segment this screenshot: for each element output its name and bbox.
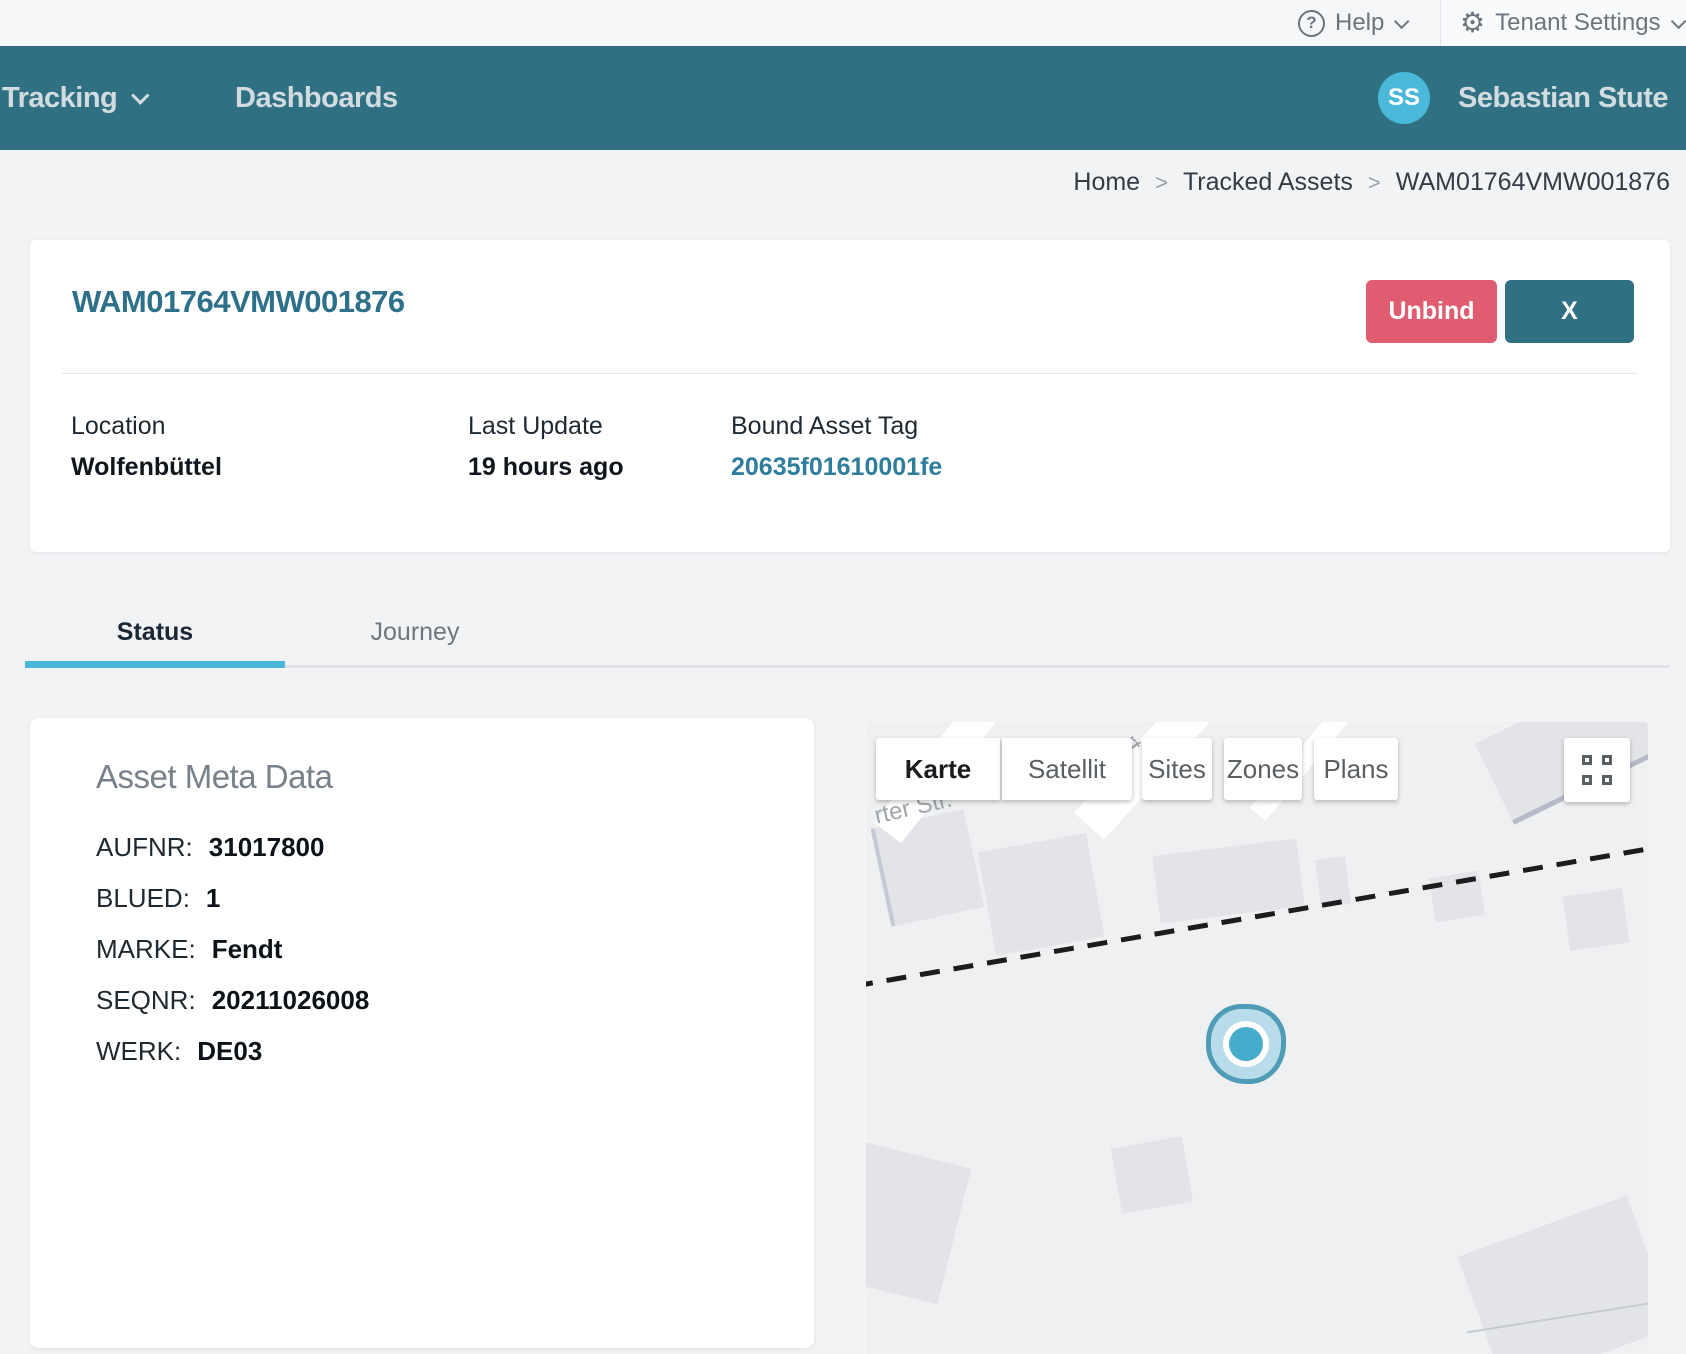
help-label: Help: [1335, 9, 1384, 37]
meta-label: BLUED:: [96, 883, 190, 914]
asset-tag-link[interactable]: 20635f01610001fe: [731, 453, 942, 482]
field-last-update-label: Last Update: [468, 412, 624, 441]
meta-card: Asset Meta Data AUFNR: 31017800 BLUED: 1…: [30, 718, 814, 1348]
map-building: [1111, 1136, 1193, 1214]
nav-dashboards[interactable]: Dashboards: [235, 46, 398, 150]
tenant-settings-button[interactable]: ⚙ Tenant Settings: [1460, 0, 1682, 46]
meta-row: SEQNR: 20211026008: [96, 985, 369, 1016]
field-bound-asset-tag: Bound Asset Tag 20635f01610001fe: [731, 412, 942, 482]
meta-row: BLUED: 1: [96, 883, 220, 914]
meta-card-title: Asset Meta Data: [96, 758, 332, 796]
map-building: [1562, 888, 1629, 951]
unbind-button[interactable]: Unbind: [1366, 280, 1497, 343]
sites-button[interactable]: Sites: [1142, 738, 1212, 800]
meta-label: AUFNR:: [96, 832, 193, 863]
avatar: SS: [1378, 72, 1430, 124]
nav-tracking-label: Tracking: [2, 82, 117, 115]
close-button[interactable]: X: [1505, 280, 1634, 343]
chevron-down-icon: [131, 86, 149, 104]
breadcrumb-item-tracked-assets[interactable]: Tracked Assets: [1183, 168, 1353, 197]
field-location: Location Wolfenbüttel: [71, 412, 222, 482]
field-location-value: Wolfenbüttel: [71, 453, 222, 482]
nav-tracking-menu[interactable]: Tracking: [2, 46, 144, 150]
map-marker-dot: [1229, 1027, 1263, 1061]
meta-value: 20211026008: [212, 985, 370, 1016]
tabs: Status Journey: [25, 612, 1670, 672]
breadcrumb-separator: >: [1368, 170, 1381, 196]
user-name: Sebastian Stute: [1458, 82, 1668, 115]
zones-button[interactable]: Zones: [1224, 738, 1302, 800]
meta-label: WERK:: [96, 1036, 181, 1067]
field-bound-asset-tag-label: Bound Asset Tag: [731, 412, 942, 441]
breadcrumb-separator: >: [1155, 170, 1168, 196]
meta-label: MARKE:: [96, 934, 196, 965]
meta-value: Fendt: [212, 934, 283, 965]
map[interactable]: rter Str. rt Karte Satellit Sites Zones …: [866, 722, 1648, 1354]
breadcrumb-item-home[interactable]: Home: [1073, 168, 1140, 197]
navbar: Tracking Dashboards SS Sebastian Stute: [0, 46, 1686, 150]
gear-icon: ⚙: [1460, 9, 1485, 37]
map-building: [978, 833, 1105, 956]
tenant-settings-label: Tenant Settings: [1495, 9, 1660, 37]
chevron-down-icon: [1394, 13, 1410, 29]
meta-row: AUFNR: 31017800: [96, 832, 324, 863]
plans-button[interactable]: Plans: [1314, 738, 1398, 800]
meta-label: SEQNR:: [96, 985, 196, 1016]
fullscreen-icon: [1582, 755, 1612, 785]
meta-row: MARKE: Fendt: [96, 934, 282, 965]
nav-dashboards-label: Dashboards: [235, 82, 398, 115]
help-button[interactable]: ? Help: [1298, 0, 1405, 46]
field-location-label: Location: [71, 412, 222, 441]
meta-row: WERK: DE03: [96, 1036, 262, 1067]
fullscreen-button[interactable]: [1564, 738, 1630, 802]
help-icon: ?: [1298, 10, 1325, 37]
card-divider: [62, 373, 1638, 374]
user-menu[interactable]: SS Sebastian Stute: [1378, 46, 1686, 150]
topbar: ? Help ⚙ Tenant Settings: [0, 0, 1686, 46]
map-building: [866, 1140, 971, 1305]
tab-status[interactable]: Status: [25, 618, 285, 647]
meta-value: 31017800: [209, 832, 325, 863]
tab-active-indicator: [25, 661, 285, 668]
asset-card: WAM01764VMW001876 Unbind X Location Wolf…: [30, 240, 1670, 552]
breadcrumb: Home > Tracked Assets > WAM01764VMW00187…: [1073, 168, 1670, 197]
meta-value: DE03: [197, 1036, 262, 1067]
breadcrumb-item-current: WAM01764VMW001876: [1396, 168, 1670, 197]
asset-title: WAM01764VMW001876: [72, 284, 405, 320]
meta-value: 1: [206, 883, 220, 914]
field-last-update-value: 19 hours ago: [468, 453, 624, 482]
map-type-satellit-button[interactable]: Satellit: [1002, 738, 1132, 800]
field-last-update: Last Update 19 hours ago: [468, 412, 624, 482]
tab-journey[interactable]: Journey: [285, 618, 545, 647]
map-type-karte-button[interactable]: Karte: [876, 738, 1000, 800]
